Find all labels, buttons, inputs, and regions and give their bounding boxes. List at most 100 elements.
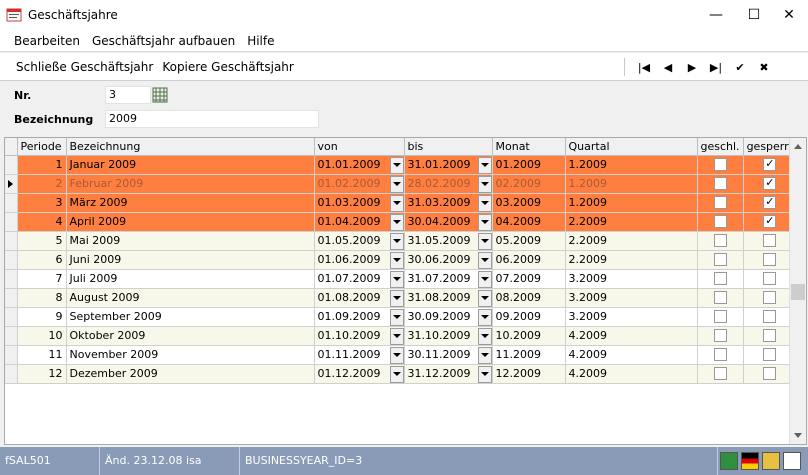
cell-monat[interactable]: 05.2009 bbox=[492, 231, 566, 251]
dropdown-arrow-icon[interactable] bbox=[477, 175, 491, 192]
cell-bezeichnung[interactable]: Mai 2009 bbox=[66, 231, 315, 251]
lock-icon[interactable] bbox=[762, 452, 780, 470]
geschl-checkbox[interactable] bbox=[713, 234, 727, 248]
cell-monat[interactable]: 06.2009 bbox=[492, 250, 566, 270]
row-indicator[interactable] bbox=[5, 288, 18, 308]
dropdown-arrow-icon[interactable] bbox=[477, 346, 491, 363]
cancel-icon[interactable]: ✖ bbox=[752, 61, 776, 74]
dropdown-arrow-icon[interactable] bbox=[389, 213, 403, 230]
cell-bis[interactable]: 30.09.2009 bbox=[404, 307, 493, 327]
cell-monat[interactable]: 04.2009 bbox=[492, 212, 566, 232]
dropdown-arrow-icon[interactable] bbox=[477, 194, 491, 211]
table-row[interactable]: 3 März 2009 01.03.2009 31.03.2009 03.2009 1.2… bbox=[5, 193, 797, 213]
row-indicator[interactable] bbox=[5, 212, 18, 232]
gesperrt-checkbox[interactable] bbox=[763, 310, 777, 324]
gesperrt-checkbox[interactable] bbox=[763, 234, 777, 248]
cell-periode[interactable]: 2 bbox=[17, 174, 67, 194]
row-indicator[interactable] bbox=[5, 269, 18, 289]
dropdown-arrow-icon[interactable] bbox=[389, 270, 403, 287]
gesperrt-checkbox[interactable] bbox=[763, 176, 777, 191]
col-geschl[interactable]: geschl. bbox=[697, 138, 744, 156]
dropdown-arrow-icon[interactable] bbox=[389, 232, 403, 249]
gesperrt-checkbox[interactable] bbox=[763, 291, 777, 305]
col-monat[interactable]: Monat bbox=[492, 138, 566, 156]
cell-bis[interactable]: 31.07.2009 bbox=[404, 269, 493, 289]
dropdown-arrow-icon[interactable] bbox=[389, 308, 403, 325]
cell-periode[interactable]: 9 bbox=[17, 307, 67, 327]
geschl-checkbox[interactable] bbox=[713, 272, 727, 286]
cell-periode[interactable]: 4 bbox=[17, 212, 67, 232]
cell-bezeichnung[interactable]: April 2009 bbox=[66, 212, 315, 232]
cell-quartal[interactable]: 4.2009 bbox=[565, 364, 698, 384]
cell-bezeichnung[interactable]: Dezember 2009 bbox=[66, 364, 315, 384]
cell-monat[interactable]: 09.2009 bbox=[492, 307, 566, 327]
cell-monat[interactable]: 02.2009 bbox=[492, 174, 566, 194]
close-year-button[interactable]: Schließe Geschäftsjahr bbox=[16, 60, 153, 74]
row-indicator[interactable] bbox=[5, 307, 18, 327]
cell-bis[interactable]: 31.08.2009 bbox=[404, 288, 493, 308]
cell-bis[interactable]: 30.04.2009 bbox=[404, 212, 493, 232]
scroll-up-icon[interactable] bbox=[794, 144, 802, 149]
table-row[interactable]: 1 Januar 2009 01.01.2009 31.01.2009 01.2009 1… bbox=[5, 155, 797, 175]
dropdown-arrow-icon[interactable] bbox=[477, 251, 491, 268]
geschl-checkbox[interactable] bbox=[713, 196, 727, 210]
dropdown-arrow-icon[interactable] bbox=[389, 327, 403, 344]
german-flag-icon[interactable] bbox=[741, 452, 759, 470]
gesperrt-checkbox[interactable] bbox=[763, 348, 777, 362]
cell-quartal[interactable]: 4.2009 bbox=[565, 345, 698, 365]
dropdown-arrow-icon[interactable] bbox=[477, 365, 491, 382]
last-record-icon[interactable]: ▶| bbox=[704, 61, 728, 74]
cell-von[interactable]: 01.08.2009 bbox=[314, 288, 405, 308]
dropdown-arrow-icon[interactable] bbox=[477, 270, 491, 287]
row-indicator[interactable] bbox=[5, 155, 18, 175]
geschl-checkbox[interactable] bbox=[713, 367, 727, 381]
dropdown-arrow-icon[interactable] bbox=[477, 156, 491, 173]
col-quartal[interactable]: Quartal bbox=[565, 138, 698, 156]
col-periode[interactable]: Periode bbox=[17, 138, 67, 156]
dropdown-arrow-icon[interactable] bbox=[477, 213, 491, 230]
cell-bis[interactable]: 31.01.2009 bbox=[404, 155, 493, 175]
cell-von[interactable]: 01.02.2009 bbox=[314, 174, 405, 194]
dropdown-arrow-icon[interactable] bbox=[389, 251, 403, 268]
dropdown-arrow-icon[interactable] bbox=[389, 365, 403, 382]
gesperrt-checkbox[interactable] bbox=[763, 329, 777, 343]
cell-quartal[interactable]: 2.2009 bbox=[565, 250, 698, 270]
cell-bezeichnung[interactable]: November 2009 bbox=[66, 345, 315, 365]
cell-von[interactable]: 01.10.2009 bbox=[314, 326, 405, 346]
dropdown-arrow-icon[interactable] bbox=[477, 308, 491, 325]
cell-von[interactable]: 01.11.2009 bbox=[314, 345, 405, 365]
row-indicator[interactable] bbox=[5, 193, 18, 213]
gesperrt-checkbox[interactable] bbox=[763, 367, 777, 381]
table-row[interactable]: 11 November 2009 01.11.2009 30.11.2009 11.20… bbox=[5, 345, 797, 365]
row-indicator[interactable] bbox=[5, 345, 18, 365]
cell-bis[interactable]: 30.06.2009 bbox=[404, 250, 493, 270]
dropdown-arrow-icon[interactable] bbox=[389, 156, 403, 173]
cell-periode[interactable]: 1 bbox=[17, 155, 67, 175]
col-bis[interactable]: bis bbox=[404, 138, 493, 156]
cell-bezeichnung[interactable]: Juni 2009 bbox=[66, 250, 315, 270]
col-bezeichnung[interactable]: Bezeichnung bbox=[66, 138, 315, 156]
dropdown-arrow-icon[interactable] bbox=[389, 175, 403, 192]
gesperrt-checkbox[interactable] bbox=[763, 195, 777, 210]
cell-monat[interactable]: 03.2009 bbox=[492, 193, 566, 213]
cell-periode[interactable]: 12 bbox=[17, 364, 67, 384]
copy-year-button[interactable]: Kopiere Geschäftsjahr bbox=[162, 60, 294, 74]
cell-quartal[interactable]: 2.2009 bbox=[565, 212, 698, 232]
gesperrt-checkbox[interactable] bbox=[763, 214, 777, 229]
cell-bezeichnung[interactable]: September 2009 bbox=[66, 307, 315, 327]
table-row[interactable]: 6 Juni 2009 01.06.2009 30.06.2009 06.2009 2.2… bbox=[5, 250, 797, 270]
table-row[interactable]: 8 August 2009 01.08.2009 31.08.2009 08.2009 3… bbox=[5, 288, 797, 308]
next-record-icon[interactable]: ▶ bbox=[680, 61, 704, 74]
dropdown-arrow-icon[interactable] bbox=[389, 346, 403, 363]
gesperrt-checkbox[interactable] bbox=[763, 272, 777, 286]
nr-field[interactable]: 3 bbox=[105, 86, 151, 104]
cell-von[interactable]: 01.09.2009 bbox=[314, 307, 405, 327]
row-indicator[interactable] bbox=[5, 364, 18, 384]
cell-monat[interactable]: 12.2009 bbox=[492, 364, 566, 384]
gesperrt-checkbox[interactable] bbox=[763, 157, 777, 172]
cell-von[interactable]: 01.06.2009 bbox=[314, 250, 405, 270]
table-row[interactable]: 5 Mai 2009 01.05.2009 31.05.2009 05.2009 2.20… bbox=[5, 231, 797, 251]
row-indicator[interactable] bbox=[5, 326, 18, 346]
cell-periode[interactable]: 10 bbox=[17, 326, 67, 346]
geschl-checkbox[interactable] bbox=[713, 348, 727, 362]
